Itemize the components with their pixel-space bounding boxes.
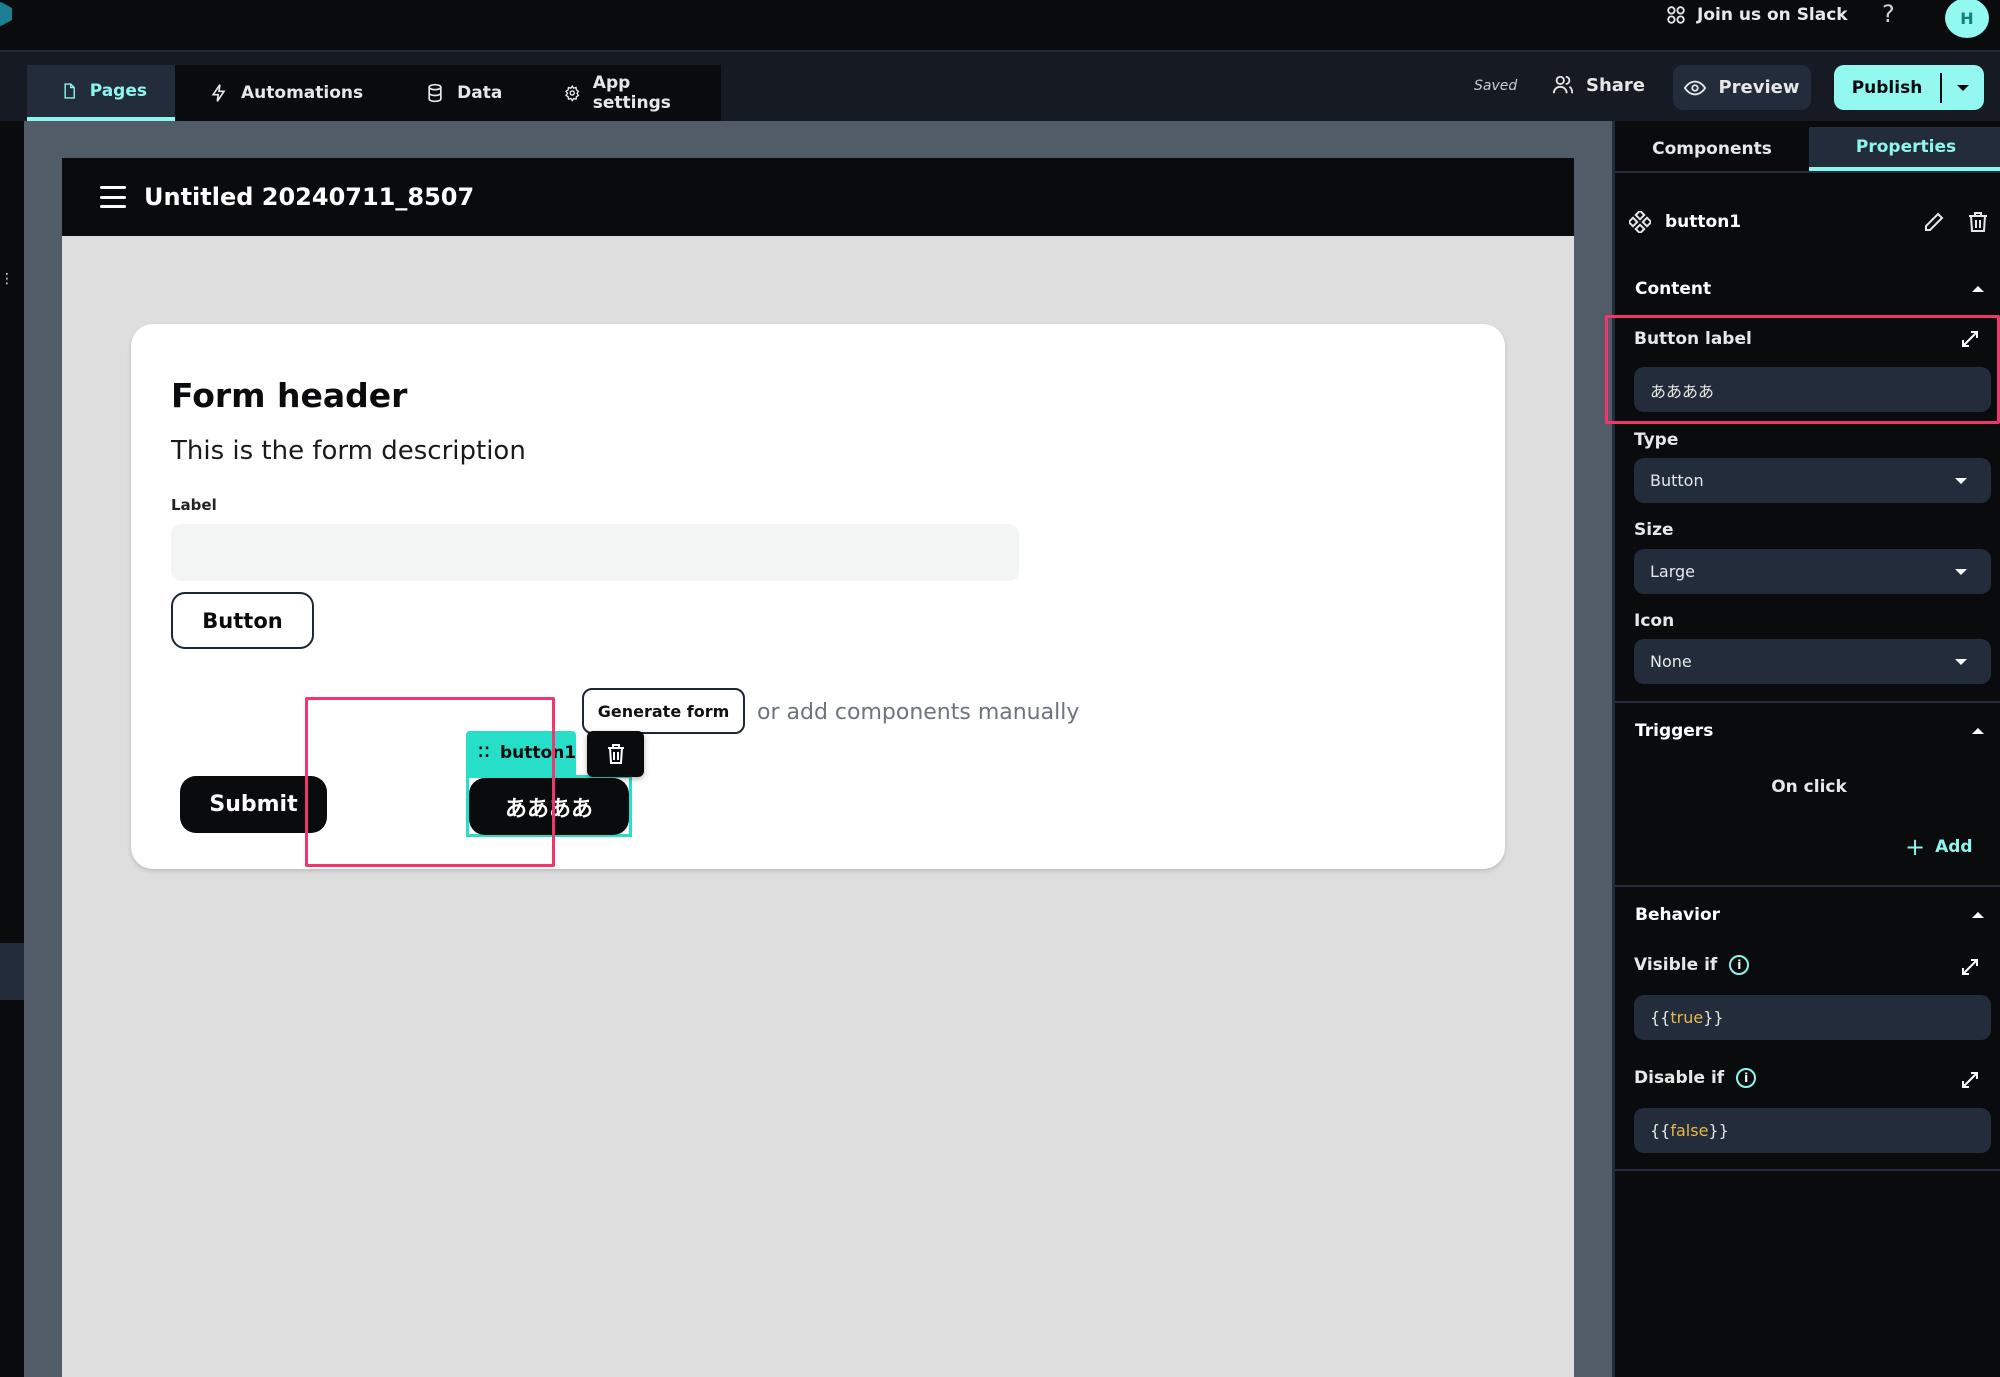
plus-icon: + [1905, 833, 1926, 861]
expr-close: }} [1703, 1008, 1724, 1027]
visible-if-input[interactable]: {{true}} [1634, 995, 1991, 1040]
help-button[interactable]: ? [1882, 0, 1895, 28]
highlight-annotation-canvas [305, 697, 555, 867]
top-bar: Join us on Slack ? H [0, 0, 2000, 52]
expr-open: {{ [1650, 1008, 1671, 1027]
trigger-event-label: On click [1771, 777, 1847, 797]
chevron-up-icon[interactable] [1972, 912, 1984, 918]
preview-button[interactable]: Preview [1673, 65, 1811, 110]
component-name: button1 [1665, 212, 1742, 232]
more-icon[interactable]: ⋮ [0, 272, 14, 286]
save-status: Saved [1474, 78, 1518, 94]
chevron-down-icon [1955, 568, 1967, 575]
publish-button-group: Publish [1834, 65, 1984, 110]
share-button[interactable]: Share [1552, 74, 1645, 96]
info-icon[interactable]: i [1729, 955, 1750, 975]
left-sidebar: ⋮ [0, 121, 24, 1377]
gear-icon [565, 84, 580, 102]
expand-icon[interactable] [1960, 1070, 1980, 1090]
lightning-icon [211, 84, 226, 102]
sidebar-selected-item[interactable] [0, 943, 24, 1000]
visible-if-title: Visible if i [1634, 955, 1750, 975]
preview-label: Preview [1718, 77, 1800, 98]
users-icon [1552, 75, 1574, 94]
panel-tabs: Components Properties [1615, 127, 2000, 173]
form-description[interactable]: This is the form description [171, 436, 526, 466]
add-label: Add [1935, 837, 1973, 857]
chevron-down-icon [1955, 477, 1967, 484]
type-value: Button [1650, 471, 1704, 490]
tab-data[interactable]: Data [391, 65, 530, 121]
visible-if-label: Visible if [1634, 955, 1718, 975]
section-divider [1615, 885, 2000, 887]
highlight-annotation-panel [1605, 315, 2000, 424]
tab-label: Automations [241, 83, 364, 103]
tab-components[interactable]: Components [1615, 127, 1809, 171]
section-behavior-title[interactable]: Behavior [1635, 905, 1720, 925]
type-select[interactable]: Button [1634, 458, 1991, 503]
icon-value: None [1650, 652, 1692, 671]
add-trigger-button[interactable]: + Add [1905, 833, 1973, 861]
properties-panel: Components Properties button1 Content Bu… [1612, 121, 2000, 1377]
info-icon[interactable]: i [1736, 1068, 1757, 1088]
disable-if-title: Disable if i [1634, 1068, 1757, 1088]
page-title: Untitled 20240711_8507 [144, 183, 475, 211]
expr-open: {{ [1650, 1121, 1671, 1140]
component-header: button1 [1629, 211, 1989, 233]
database-icon [428, 83, 442, 103]
expr-value: false [1670, 1121, 1709, 1140]
chevron-up-icon[interactable] [1972, 286, 1984, 292]
hamburger-menu-icon[interactable] [100, 186, 126, 208]
expr-close: }} [1708, 1121, 1729, 1140]
share-label: Share [1586, 74, 1646, 96]
app-logo[interactable] [0, 2, 12, 26]
type-title: Type [1634, 430, 1679, 450]
section-triggers-title[interactable]: Triggers [1635, 721, 1713, 741]
tab-label: Data [457, 83, 503, 103]
slack-label: Join us on Slack [1697, 5, 1848, 25]
chevron-down-icon [1955, 658, 1967, 665]
form-header[interactable]: Form header [171, 376, 407, 415]
chevron-down-icon [1957, 84, 1969, 91]
join-slack-link[interactable]: Join us on Slack [1665, 4, 1848, 26]
outline-button[interactable]: Button [171, 592, 314, 649]
delete-component-button[interactable] [587, 731, 644, 777]
field-label: Label [171, 496, 217, 514]
section-content-title[interactable]: Content [1635, 279, 1711, 299]
tab-automations[interactable]: Automations [175, 65, 391, 121]
icon-title: Icon [1634, 611, 1675, 631]
expr-value: true [1670, 1008, 1704, 1027]
section-divider [1615, 701, 2000, 703]
text-input[interactable] [171, 524, 1019, 581]
eye-icon [1684, 80, 1707, 95]
component-icon [1629, 211, 1651, 233]
chevron-up-icon[interactable] [1972, 728, 1984, 734]
pencil-icon[interactable] [1923, 211, 1945, 233]
tab-label: Pages [89, 81, 147, 101]
size-value: Large [1650, 562, 1696, 581]
generate-hint-text: or add components manually [757, 700, 1080, 725]
size-title: Size [1634, 520, 1674, 540]
tab-app-settings[interactable]: App settings [530, 65, 721, 121]
disable-if-label: Disable if [1634, 1068, 1725, 1088]
trash-icon [607, 744, 624, 764]
icon-select[interactable]: None [1634, 639, 1991, 684]
trash-icon[interactable] [1967, 211, 1989, 233]
publish-options-button[interactable] [1942, 84, 1984, 91]
size-select[interactable]: Large [1634, 549, 1991, 594]
user-avatar[interactable]: H [1945, 0, 1989, 38]
editor-tabs: Pages Automations Data App settings [27, 65, 721, 121]
disable-if-input[interactable]: {{false}} [1634, 1108, 1991, 1153]
generate-form-button[interactable]: Generate form [582, 688, 745, 734]
editor-toolbar: Pages Automations Data App settings Save… [0, 52, 2000, 121]
slack-icon [1667, 6, 1685, 24]
tab-pages[interactable]: Pages [27, 65, 175, 121]
page-header: Untitled 20240711_8507 [62, 158, 1574, 236]
publish-button[interactable]: Publish [1834, 78, 1940, 98]
tab-label: App settings [592, 73, 671, 113]
expand-icon[interactable] [1960, 957, 1980, 977]
section-divider [1615, 1169, 2000, 1171]
page-icon [64, 83, 75, 99]
tab-properties[interactable]: Properties [1809, 127, 2000, 171]
